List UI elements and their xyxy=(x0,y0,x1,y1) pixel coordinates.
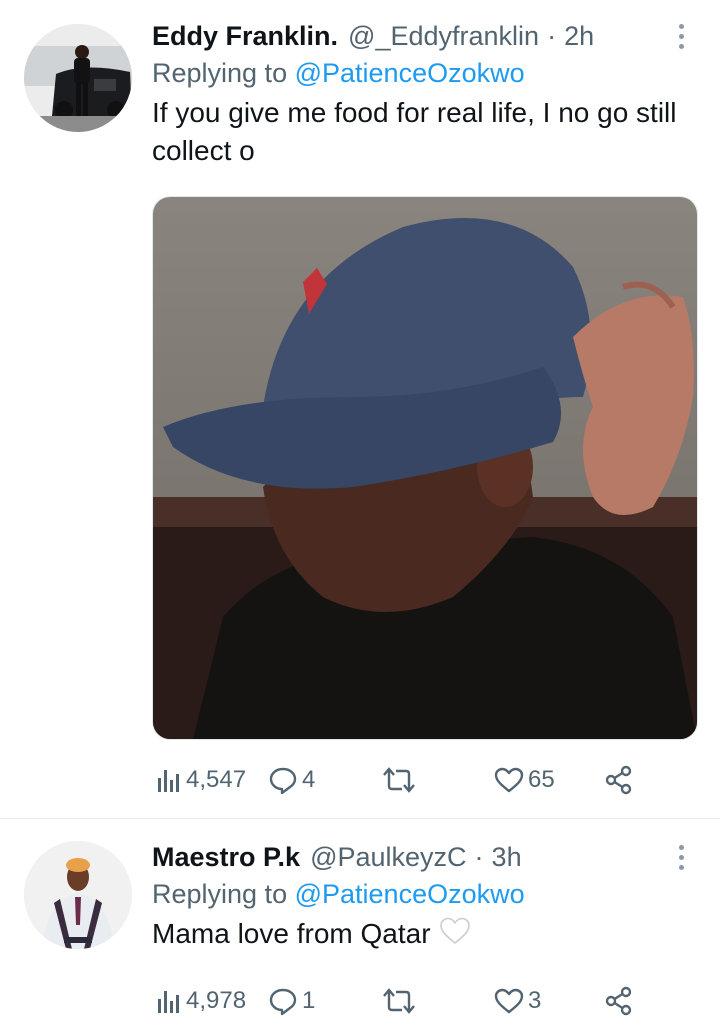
author-name[interactable]: Maestro P.k xyxy=(152,839,300,875)
timestamp[interactable]: 2h xyxy=(564,18,594,54)
replying-prefix: Replying to xyxy=(152,879,288,909)
tweet-actions: 4,978 1 3 xyxy=(152,981,672,1021)
author-handle[interactable]: @_Eddyfranklin xyxy=(348,18,539,54)
mention-link[interactable]: @PatienceOzokwo xyxy=(295,58,525,88)
photo-person-cap xyxy=(153,197,697,739)
tweet-actions: 4,547 4 65 xyxy=(152,760,672,800)
white-heart-icon xyxy=(439,917,470,944)
more-vertical-icon[interactable] xyxy=(678,24,686,50)
heart-icon xyxy=(494,988,524,1014)
author-handle[interactable]: @PaulkeyzC xyxy=(310,839,466,875)
retweet-icon xyxy=(383,988,415,1014)
avatar-image xyxy=(24,24,132,132)
tweet-header: Maestro P.k @PaulkeyzC · 3h xyxy=(152,839,696,875)
bar-chart-icon xyxy=(158,991,179,1013)
like-count: 65 xyxy=(528,766,555,793)
tweet[interactable]: Eddy Franklin. @_Eddyfranklin · 2h Reply… xyxy=(0,0,720,818)
replying-prefix: Replying to xyxy=(152,58,288,88)
like-action[interactable]: 65 xyxy=(494,760,555,800)
bar-chart-icon xyxy=(158,770,179,792)
reply-count: 1 xyxy=(302,987,316,1014)
timestamp[interactable]: 3h xyxy=(492,839,522,875)
retweet-action[interactable] xyxy=(382,760,416,800)
tweet-text: Mama love from Qatar xyxy=(152,918,431,949)
views-action[interactable]: 4,978 xyxy=(156,981,246,1021)
avatar[interactable] xyxy=(24,841,132,949)
views-action[interactable]: 4,547 xyxy=(156,760,246,800)
tweet-text: If you give me food for real life, I no … xyxy=(152,97,677,166)
mention-link[interactable]: @PatienceOzokwo xyxy=(295,879,525,909)
share-icon xyxy=(605,986,632,1016)
like-count: 3 xyxy=(528,987,542,1014)
reply-icon xyxy=(269,767,297,795)
separator: · xyxy=(547,21,557,51)
reply-action[interactable]: 1 xyxy=(268,981,315,1021)
like-action[interactable]: 3 xyxy=(494,981,541,1021)
replying-to: Replying to @PatienceOzokwo xyxy=(152,875,696,913)
author-name[interactable]: Eddy Franklin. xyxy=(152,18,338,54)
reply-icon xyxy=(269,988,297,1016)
heart-icon xyxy=(494,767,524,793)
tweet[interactable]: Maestro P.k @PaulkeyzC · 3h Replying to … xyxy=(0,819,720,1033)
reply-action[interactable]: 4 xyxy=(268,760,315,800)
replying-to: Replying to @PatienceOzokwo xyxy=(152,54,696,92)
share-action[interactable] xyxy=(604,981,634,1021)
avatar-image xyxy=(24,841,132,949)
share-icon xyxy=(605,765,632,795)
retweet-action[interactable] xyxy=(382,981,416,1021)
avatar[interactable] xyxy=(24,24,132,132)
retweet-icon xyxy=(383,767,415,793)
share-action[interactable] xyxy=(604,760,634,800)
views-count: 4,547 xyxy=(186,766,247,793)
tweet-header: Eddy Franklin. @_Eddyfranklin · 2h xyxy=(152,18,696,54)
more-vertical-icon[interactable] xyxy=(678,845,686,871)
tweet-media-image[interactable] xyxy=(152,196,698,740)
reply-count: 4 xyxy=(302,766,316,793)
separator: · xyxy=(474,842,484,872)
views-count: 4,978 xyxy=(186,987,247,1014)
tweet-text-row: Mama love from Qatar xyxy=(152,915,696,953)
